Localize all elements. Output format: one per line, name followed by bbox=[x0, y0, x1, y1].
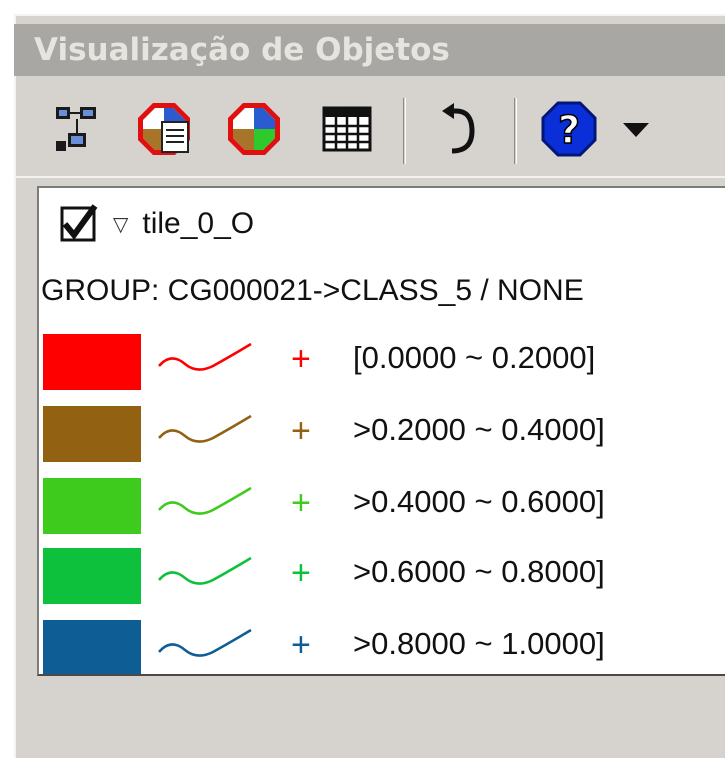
undo-button[interactable] bbox=[430, 96, 486, 162]
color-swatch bbox=[43, 620, 141, 674]
toolbar-separator bbox=[514, 98, 517, 164]
line-style-icon bbox=[158, 556, 252, 585]
undo-icon bbox=[442, 103, 475, 154]
legend-range-label: >0.2000 ~ 0.4000] bbox=[353, 412, 605, 447]
checkmark-icon bbox=[60, 204, 98, 242]
legend-item[interactable]: + >0.2000 ~ 0.4000] bbox=[41, 406, 721, 466]
layer-visibility-checkbox[interactable] bbox=[59, 204, 99, 244]
tree-layout-icon bbox=[56, 107, 96, 151]
legend-item[interactable]: + >0.6000 ~ 0.8000] bbox=[41, 548, 721, 608]
point-marker-icon: + bbox=[291, 626, 311, 664]
point-marker-icon: + bbox=[291, 484, 311, 522]
table-icon bbox=[322, 106, 372, 152]
layer-properties-button[interactable] bbox=[134, 96, 194, 162]
layer-properties-icon bbox=[138, 103, 190, 155]
legend-range-label: >0.6000 ~ 0.8000] bbox=[353, 554, 605, 589]
color-swatch bbox=[43, 548, 141, 604]
line-style-icon bbox=[158, 486, 252, 515]
point-marker-icon: + bbox=[291, 412, 311, 450]
line-style-icon bbox=[158, 628, 252, 657]
tree-layout-button[interactable] bbox=[50, 96, 106, 162]
line-style-icon bbox=[158, 342, 252, 371]
collapse-icon[interactable]: ▽ bbox=[113, 212, 128, 236]
legend-range-label: >0.4000 ~ 0.6000] bbox=[353, 484, 605, 519]
toolbar-separator bbox=[403, 98, 406, 164]
point-marker-icon: + bbox=[291, 340, 311, 378]
help-button[interactable]: ? bbox=[538, 96, 600, 162]
legend-item[interactable]: + >0.8000 ~ 1.0000] bbox=[41, 620, 721, 674]
svg-text:?: ? bbox=[558, 108, 580, 152]
toolbar-divider bbox=[14, 176, 725, 178]
color-swatch bbox=[43, 406, 141, 462]
legend-item[interactable]: + >0.4000 ~ 0.6000] bbox=[41, 478, 721, 538]
color-swatch bbox=[43, 478, 141, 534]
point-marker-icon: + bbox=[291, 554, 311, 592]
help-icon: ? bbox=[541, 101, 597, 157]
help-dropdown-button[interactable] bbox=[616, 96, 656, 162]
tree-node[interactable]: ▽ tile_0_O bbox=[59, 202, 254, 246]
window-title: Visualização de Objetos bbox=[14, 24, 725, 76]
attribute-table-button[interactable] bbox=[318, 96, 376, 162]
layer-tree-panel[interactable]: ▽ tile_0_O GROUP: CG000021->CLASS_5 / NO… bbox=[37, 186, 725, 676]
layer-style-icon bbox=[228, 103, 280, 155]
color-swatch bbox=[43, 334, 141, 390]
legend-item[interactable]: + [0.0000 ~ 0.2000] bbox=[41, 334, 721, 394]
layer-style-button[interactable] bbox=[224, 96, 284, 162]
line-style-icon bbox=[158, 414, 252, 443]
legend-range-label: [0.0000 ~ 0.2000] bbox=[353, 340, 596, 375]
layer-name[interactable]: tile_0_O bbox=[142, 207, 254, 241]
group-label: GROUP: CG000021->CLASS_5 / NONE bbox=[41, 274, 584, 307]
dropdown-arrow-icon bbox=[623, 123, 649, 137]
legend-range-label: >0.8000 ~ 1.0000] bbox=[353, 626, 605, 661]
